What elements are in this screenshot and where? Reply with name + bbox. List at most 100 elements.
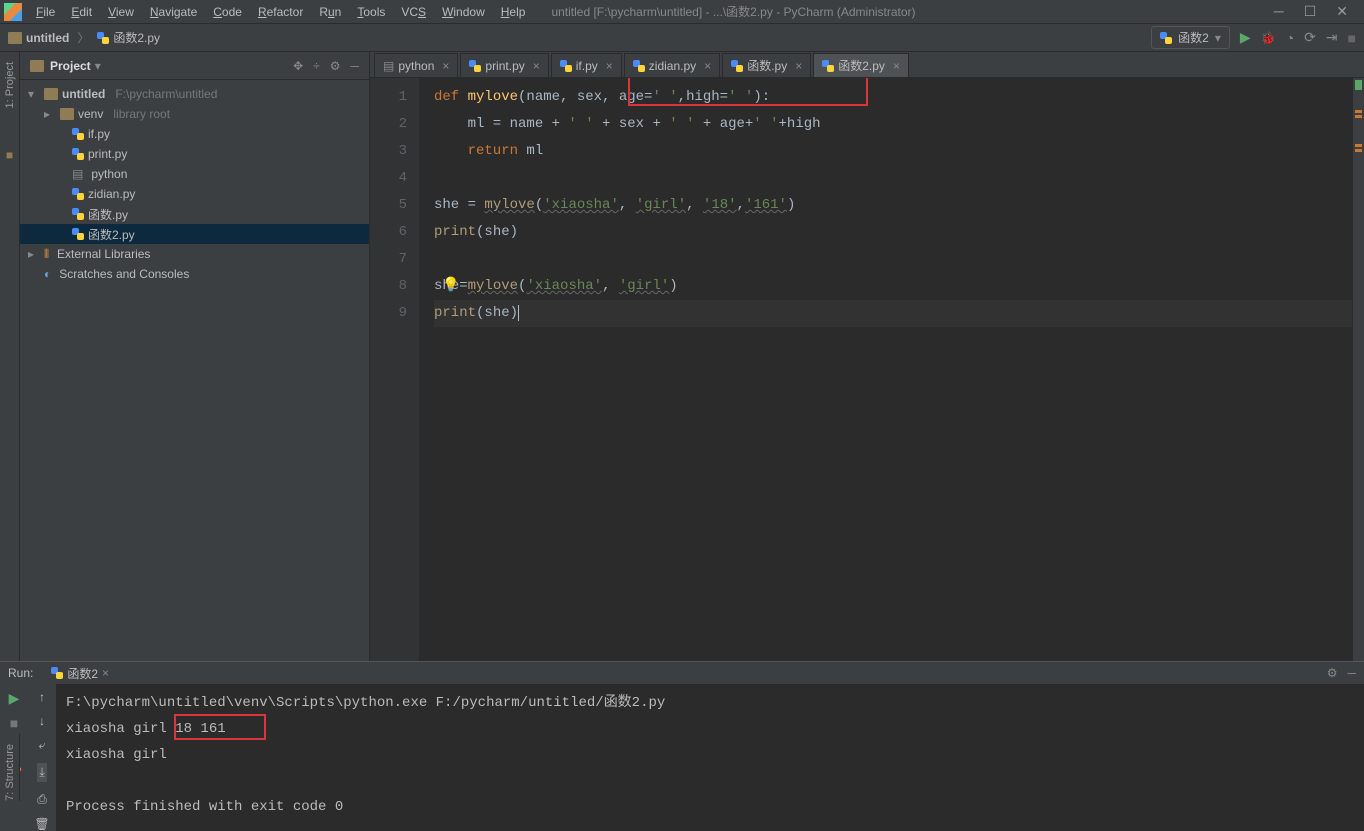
tab-hanshu2[interactable]: 函数2.py×: [813, 53, 909, 77]
tree-file[interactable]: 函数.py: [20, 204, 369, 224]
hide-icon[interactable]: ─: [350, 59, 359, 73]
minimize-icon[interactable]: ─: [1274, 3, 1284, 20]
folder-icon: [30, 60, 44, 72]
menu-help[interactable]: Help: [495, 3, 532, 21]
menu-run[interactable]: Run: [313, 3, 347, 21]
print-icon[interactable]: ⎙: [37, 792, 47, 807]
rerun-icon[interactable]: ▶: [9, 690, 20, 707]
menu-view[interactable]: View: [102, 3, 140, 21]
tree-root[interactable]: ▾ untitled F:\pycharm\untitled: [20, 84, 369, 104]
hide-icon[interactable]: ─: [1347, 666, 1356, 680]
window-title: untitled [F:\pycharm\untitled] - ...\函数2…: [551, 3, 915, 20]
left-tool-strip: 1: Project ■: [0, 52, 20, 661]
python-file-icon: [97, 32, 109, 44]
console-line: xiaosha girl 18 161: [66, 716, 1354, 742]
tab-hanshu[interactable]: 函数.py ×: [722, 53, 811, 77]
menu-navigate[interactable]: Navigate: [144, 3, 203, 21]
run-panel-title: Run:: [8, 666, 33, 680]
close-icon[interactable]: ×: [795, 59, 802, 73]
close-icon[interactable]: ✕: [1336, 3, 1348, 20]
breadcrumb-file[interactable]: 函数2.py: [97, 29, 160, 46]
tree-venv[interactable]: ▸ venv library root: [20, 104, 369, 124]
tree-file-selected[interactable]: 函数2.py: [20, 224, 369, 244]
tab-label: python: [398, 59, 434, 73]
menu-tools[interactable]: Tools: [351, 3, 391, 21]
python-file-icon: [560, 60, 572, 72]
locate-icon[interactable]: ✥: [293, 59, 303, 73]
tab-zidian[interactable]: zidian.py×: [624, 53, 720, 77]
close-icon[interactable]: ×: [102, 666, 109, 680]
run-configuration-selector[interactable]: 函数2 ▾: [1151, 26, 1230, 49]
stop-icon[interactable]: ■: [10, 715, 18, 731]
close-icon[interactable]: ×: [893, 59, 900, 73]
tree-venv-sub: library root: [113, 107, 170, 121]
console-output[interactable]: F:\pycharm\untitled\venv\Scripts\python.…: [56, 684, 1364, 831]
library-icon: ⫴: [44, 247, 49, 262]
structure-tool-button[interactable]: 7: Structure: [4, 744, 16, 801]
maximize-icon[interactable]: ☐: [1304, 3, 1317, 20]
down-icon[interactable]: ↓: [39, 714, 45, 728]
python-file-icon: [72, 208, 84, 220]
menu-file[interactable]: File: [30, 3, 61, 21]
close-icon[interactable]: ×: [606, 59, 613, 73]
tab-label: print.py: [485, 59, 524, 73]
tab-print[interactable]: print.py ×: [460, 53, 548, 77]
python-file-icon: [72, 128, 84, 140]
scroll-icon[interactable]: ⤓: [37, 763, 46, 782]
gear-icon[interactable]: ⚙: [1327, 666, 1338, 680]
run-with-coverage-icon[interactable]: ◔: [1286, 30, 1294, 46]
menu-code[interactable]: Code: [207, 3, 248, 21]
breadcrumb-file-label: 函数2.py: [113, 29, 160, 46]
wrap-icon[interactable]: ⤶: [39, 738, 46, 753]
tree-file[interactable]: zidian.py: [20, 184, 369, 204]
tree-root-path: F:\pycharm\untitled: [115, 87, 217, 101]
close-icon[interactable]: ×: [533, 59, 540, 73]
ok-indicator: [1355, 80, 1362, 90]
profile-icon[interactable]: ⟳: [1304, 29, 1316, 46]
tree-file[interactable]: ▤python: [20, 164, 369, 184]
tab-if[interactable]: if.py×: [551, 53, 622, 77]
chevron-down-icon: ▾: [28, 87, 40, 101]
sidebar-title: Project: [50, 59, 91, 73]
tree-scratches[interactable]: ◐ Scratches and Consoles: [20, 264, 369, 284]
run-tab[interactable]: 函数2 ×: [45, 663, 115, 684]
menu-edit[interactable]: Edit: [65, 3, 98, 21]
python-file-icon: [1160, 32, 1172, 44]
chevron-right-icon: ▸: [44, 107, 56, 121]
console-line: xiaosha girl: [66, 742, 1354, 768]
error-stripe: [1352, 78, 1364, 661]
breadcrumb-root[interactable]: untitled: [8, 31, 69, 45]
file-icon: ▤: [383, 59, 394, 73]
tree-ext-lib-label: External Libraries: [57, 247, 150, 261]
close-icon[interactable]: ×: [704, 59, 711, 73]
editor-tabs: ▤ python × print.py × if.py× zidian.py× 函数.…: [370, 52, 1364, 78]
tree-file[interactable]: if.py: [20, 124, 369, 144]
folder-icon[interactable]: ■: [6, 148, 13, 162]
intention-bulb-icon[interactable]: 💡: [442, 273, 459, 300]
attach-icon[interactable]: ⇥: [1326, 29, 1338, 46]
debug-button[interactable]: 🐞: [1261, 31, 1276, 45]
gear-icon[interactable]: ⚙: [330, 59, 341, 73]
menu-refactor[interactable]: Refactor: [252, 3, 309, 21]
trash-icon[interactable]: 🗑: [34, 817, 49, 831]
project-tool-button[interactable]: 1: Project: [4, 62, 16, 108]
tab-python[interactable]: ▤ python ×: [374, 53, 458, 77]
menu-window[interactable]: Window: [436, 3, 491, 21]
up-icon[interactable]: ↑: [39, 690, 45, 704]
close-icon[interactable]: ×: [442, 59, 449, 73]
tree-file[interactable]: print.py: [20, 144, 369, 164]
tree-root-label: untitled: [62, 87, 105, 101]
tree-file-label: 函数.py: [88, 206, 128, 223]
code-editor[interactable]: 1234 56789 def mylove(name, sex, age=' '…: [370, 78, 1364, 661]
chevron-down-icon[interactable]: ▾: [95, 59, 101, 73]
menu-vcs[interactable]: VCS: [395, 3, 432, 21]
python-file-icon: [72, 188, 84, 200]
python-file-icon: [72, 228, 84, 240]
stop-button[interactable]: ■: [1348, 30, 1356, 46]
tree-external-libraries[interactable]: ▸ ⫴ External Libraries: [20, 244, 369, 264]
code-content[interactable]: def mylove(name, sex, age=' ',high=' '):…: [420, 78, 1352, 661]
tab-label: 函数.py: [747, 57, 787, 74]
run-panel-header: Run: 函数2 × ⚙ ─: [0, 662, 1364, 684]
run-button[interactable]: ▶: [1240, 29, 1251, 46]
collapse-icon[interactable]: ÷: [313, 59, 320, 73]
